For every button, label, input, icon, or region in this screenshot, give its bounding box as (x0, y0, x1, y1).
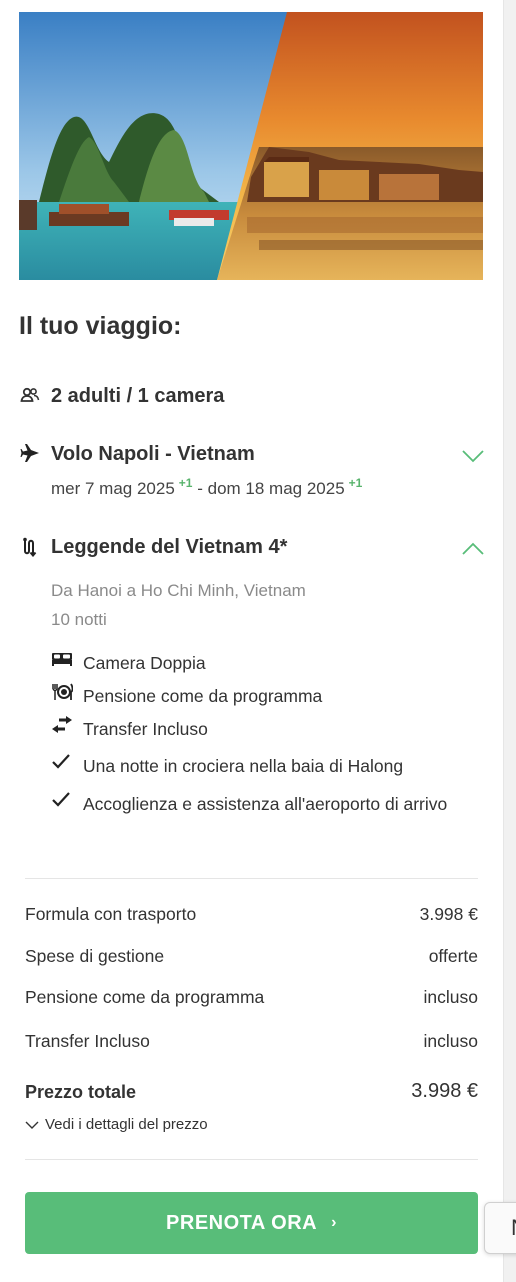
chevron-right-icon: › (331, 1214, 337, 1231)
chevron-down-icon (25, 1121, 39, 1129)
tour-title[interactable]: Leggende del Vietnam 4* (51, 536, 287, 559)
route-icon (23, 537, 37, 557)
hero-image (19, 12, 483, 280)
price-label: Spese di gestione (25, 946, 165, 966)
check-icon (52, 792, 70, 807)
feature-label: Una notte in crociera nella baia di Halo… (83, 756, 404, 776)
scrollbar[interactable] (503, 0, 516, 1282)
price-details-link[interactable]: Vedi i dettagli del prezzo (25, 1116, 208, 1133)
depart-plus-day: +1 (178, 476, 193, 490)
check-icon (52, 754, 70, 769)
transfer-icon (52, 716, 72, 733)
airplane-icon (20, 444, 39, 462)
feature-label: Transfer Incluso (83, 719, 208, 739)
side-tab-label: N (511, 1215, 516, 1241)
divider (25, 878, 478, 879)
depart-date: mer 7 mag 2025 (51, 479, 175, 498)
cutlery-icon (52, 683, 73, 700)
price-value: 3.998 € (419, 904, 478, 924)
total-label: Prezzo totale (25, 1082, 137, 1102)
bed-icon (52, 653, 72, 666)
chevron-down-icon[interactable] (462, 449, 484, 463)
tour-route: Da Hanoi a Ho Chi Minh, Vietnam (51, 581, 306, 600)
feature-label: Camera Doppia (83, 653, 206, 673)
price-value: incluso (423, 987, 478, 1007)
trip-title: Il tuo viaggio: (19, 312, 182, 340)
price-value: offerte (428, 946, 478, 966)
travelers-summary: 2 adulti / 1 camera (51, 385, 225, 407)
tour-nights: 10 notti (51, 610, 107, 629)
price-details-label: Vedi i dettagli del prezzo (45, 1116, 208, 1133)
price-label: Formula con trasporto (25, 904, 197, 924)
book-now-button[interactable]: PRENOTA ORA › (25, 1192, 478, 1254)
chevron-up-icon[interactable] (462, 542, 484, 556)
flight-dates: mer 7 mag 2025 +1 - dom 18 mag 2025 +1 (51, 476, 363, 499)
price-value: incluso (423, 1031, 478, 1051)
divider (25, 1159, 478, 1160)
feature-label: Accoglienza e assistenza all'aeroporto d… (83, 794, 448, 814)
people-icon (20, 387, 40, 402)
price-label: Pensione come da programma (25, 987, 265, 1007)
flight-title[interactable]: Volo Napoli - Vietnam (51, 443, 255, 466)
price-label: Transfer Incluso (25, 1031, 150, 1051)
date-separator: - (197, 479, 203, 498)
total-value: 3.998 € (411, 1080, 478, 1102)
book-now-label: PRENOTA ORA (166, 1211, 318, 1234)
side-tab[interactable]: N (484, 1202, 516, 1254)
feature-label: Pensione come da programma (83, 686, 323, 706)
return-plus-day: +1 (348, 476, 363, 490)
return-date: dom 18 mag 2025 (207, 479, 345, 498)
